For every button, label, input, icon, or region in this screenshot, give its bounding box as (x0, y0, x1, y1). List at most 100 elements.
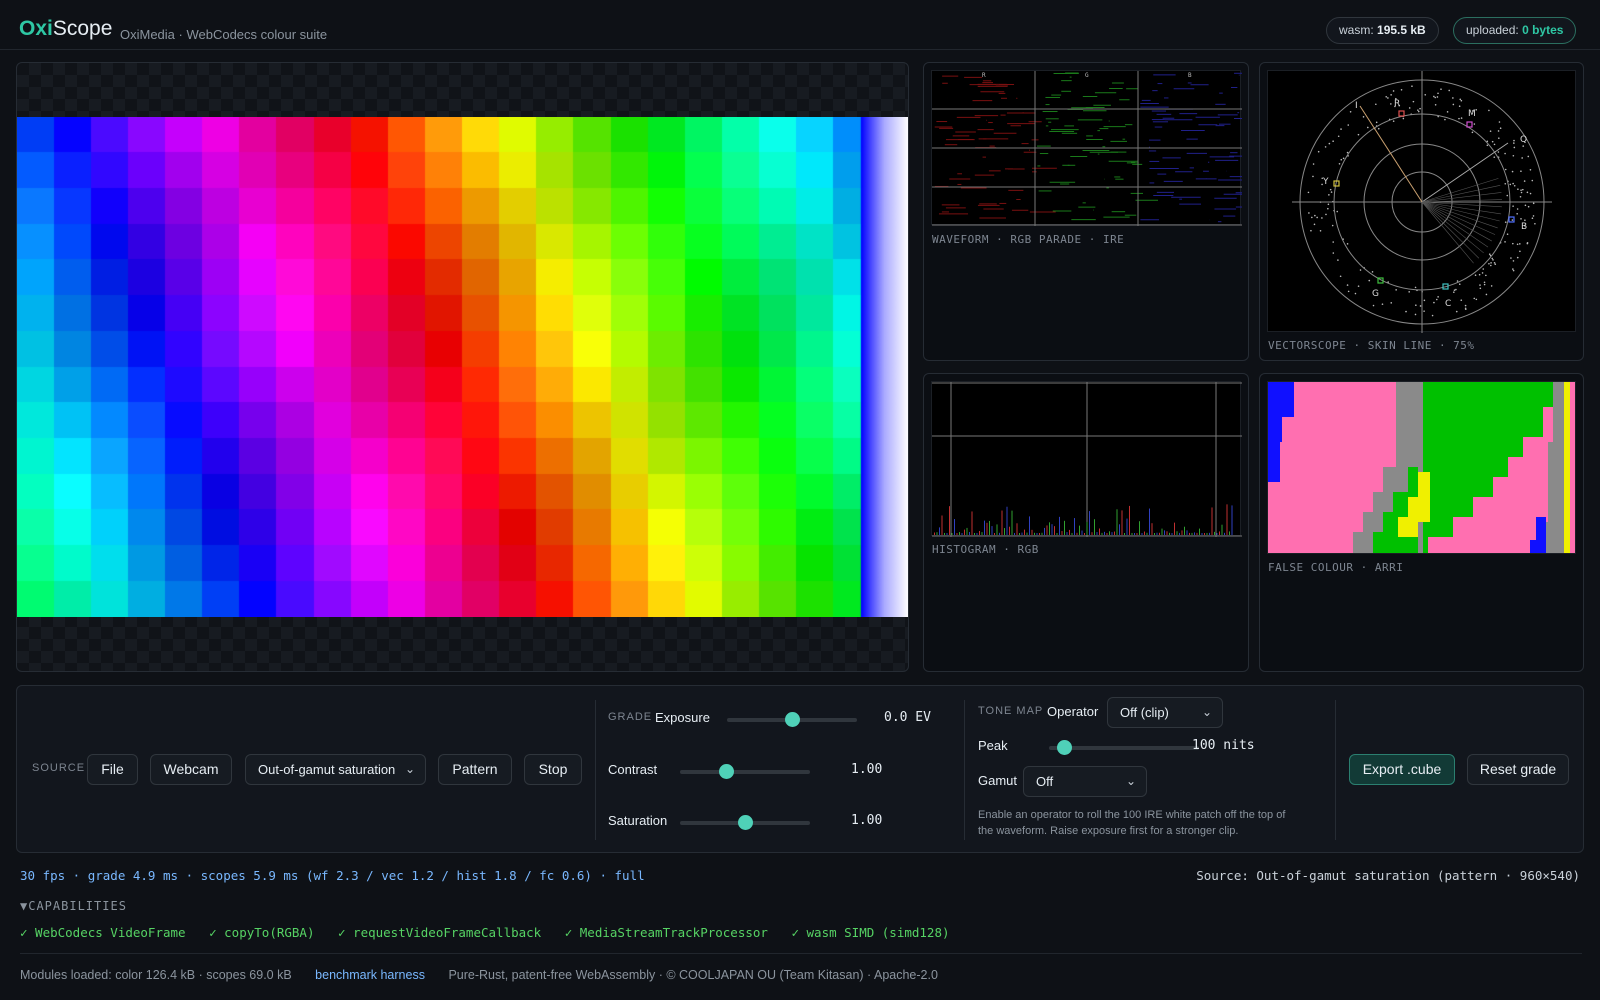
vectorscope-point (1346, 284, 1349, 286)
footer: Modules loaded: color 126.4 kB · scopes … (20, 968, 938, 982)
vectorscope-point (1387, 97, 1389, 99)
vectorscope-point (1342, 157, 1345, 160)
waveform-scope: R G B (931, 70, 1264, 226)
vec-label-m: M (1468, 109, 1476, 119)
histogram-bar (956, 532, 958, 535)
vectorscope-point (1308, 212, 1310, 214)
vectorscope-point (1475, 298, 1478, 301)
histogram-bar (1201, 532, 1203, 535)
histogram-bar (1006, 506, 1008, 535)
vectorscope-point (1312, 175, 1314, 178)
vectorscope-point (1332, 140, 1334, 143)
vectorscope-point (1491, 257, 1494, 260)
exposure-label: Exposure (655, 710, 710, 725)
vectorscope-point (1328, 194, 1330, 196)
wf-channel-g: G (1085, 72, 1089, 79)
peak-value: 100 nits (1192, 738, 1255, 753)
contrast-slider[interactable] (680, 764, 810, 779)
vectorscope-point (1529, 168, 1532, 171)
capability-item: ✓ requestVideoFrameCallback (338, 925, 542, 940)
histogram-bar (1091, 532, 1093, 535)
histogram-bar (1089, 511, 1090, 535)
histogram-bar (1021, 532, 1023, 535)
histogram-bar (1129, 505, 1130, 535)
vectorscope-point (1453, 291, 1455, 293)
vectorscope-point (1523, 180, 1526, 182)
histogram-bar (1119, 524, 1120, 535)
vectorscope-point (1319, 229, 1322, 232)
vectorscope-point (1458, 117, 1460, 120)
histogram-bar (1074, 518, 1075, 535)
histogram-bar (1196, 532, 1198, 535)
exposure-slider[interactable] (727, 712, 857, 727)
histogram-bar (1156, 532, 1158, 535)
benchmark-harness-link[interactable]: benchmark harness (315, 968, 425, 982)
capability-item: ✓ copyTo(RGBA) (209, 925, 315, 940)
file-button[interactable]: File (87, 754, 138, 785)
vectorscope-point (1385, 95, 1388, 98)
histogram-bar (1011, 510, 1013, 535)
control-bar: SOURCE File Webcam Out-of-gamut saturati… (16, 685, 1584, 853)
vectorscope-point (1526, 191, 1529, 194)
webcam-button[interactable]: Webcam (150, 754, 232, 785)
vec-label-q: Q (1520, 135, 1527, 145)
chevron-down-icon: ⌄ (1201, 705, 1212, 719)
peak-slider-thumb[interactable] (1057, 740, 1072, 755)
waveform-panel: R G B WAVEFORM · RGB PARADE · IRE (923, 62, 1264, 361)
operator-select[interactable]: Off (clip) ⌄ (1107, 697, 1223, 728)
vectorscope-point (1434, 96, 1437, 99)
vectorscope-point (1446, 111, 1449, 113)
exposure-slider-thumb[interactable] (785, 712, 800, 727)
vectorscope-point (1336, 210, 1339, 213)
exposure-value: 0.0 EV (884, 710, 931, 725)
app-header: OxiScope OxiMedia · WebCodecs colour sui… (0, 0, 1600, 50)
histogram-bar (1169, 532, 1170, 535)
vectorscope-point (1423, 310, 1425, 312)
vectorscope-point (1414, 286, 1417, 289)
vectorscope-point (1448, 89, 1450, 92)
vectorscope-point (1520, 170, 1522, 173)
histogram-bar (1014, 532, 1015, 535)
peak-slider[interactable] (1049, 740, 1199, 755)
vectorscope-point (1520, 218, 1522, 220)
histogram-bar (1029, 516, 1030, 535)
vectorscope-point (1471, 131, 1474, 134)
credits: Pure-Rust, patent-free WebAssembly · © C… (448, 968, 938, 982)
contrast-slider-thumb[interactable] (718, 764, 734, 779)
histogram-graph (932, 382, 1242, 537)
histogram-scope (931, 381, 1242, 537)
histogram-bar (1179, 532, 1180, 535)
reset-grade-button[interactable]: Reset grade (1467, 754, 1569, 785)
vectorscope-point (1488, 253, 1491, 255)
source-info: Source: Out-of-gamut saturation (pattern… (1196, 868, 1580, 883)
wf-channel-r: R (982, 72, 986, 79)
stop-button[interactable]: Stop (524, 754, 582, 785)
gamut-select[interactable]: Off ⌄ (1023, 766, 1147, 797)
histogram-bar (991, 526, 993, 535)
histogram-bar (1069, 529, 1070, 535)
pattern-select[interactable]: Out-of-gamut saturation ⌄ (245, 754, 426, 785)
vec-label-b: B (1521, 222, 1527, 232)
vectorscope-point (1521, 157, 1523, 159)
saturation-slider[interactable] (680, 815, 810, 830)
vectorscope-point (1405, 310, 1407, 313)
vectorscope-point (1332, 241, 1334, 243)
histogram-bar (1186, 530, 1188, 535)
export-cube-button[interactable]: Export .cube (1349, 754, 1455, 785)
histogram-bar (1139, 521, 1140, 535)
histogram-bar (1126, 518, 1128, 535)
capabilities-toggle[interactable]: ▼CAPABILITIES (20, 899, 127, 913)
histogram-bar (1226, 504, 1228, 535)
vectorscope-point (1512, 182, 1514, 185)
histogram-bar (1134, 532, 1135, 535)
vectorscope-point (1433, 301, 1435, 304)
histogram-bar (1121, 510, 1123, 535)
vectorscope-point (1459, 98, 1462, 101)
chevron-down-icon: ⌄ (404, 762, 415, 776)
vectorscope-point (1390, 103, 1392, 105)
vectorscope-point (1458, 283, 1461, 286)
histogram-bar (1189, 532, 1190, 535)
histogram-bar (1061, 531, 1063, 535)
pattern-button[interactable]: Pattern (438, 754, 512, 785)
saturation-slider-thumb[interactable] (738, 815, 753, 830)
